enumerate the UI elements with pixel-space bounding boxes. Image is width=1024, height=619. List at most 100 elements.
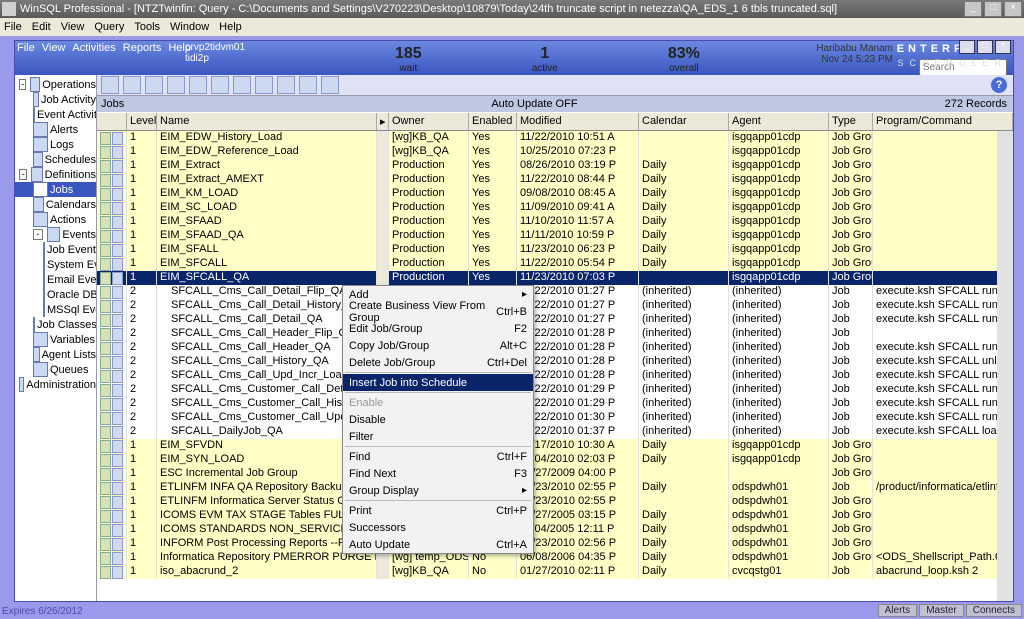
menu-window[interactable]: Window bbox=[170, 21, 209, 33]
table-row[interactable]: 2SFCALL_Cms_Call_History_QA11/22/2010 01… bbox=[97, 355, 1013, 369]
server-1[interactable]: prvp2tidvm01 bbox=[185, 42, 245, 53]
ctx-item[interactable]: Disable bbox=[343, 411, 533, 428]
tree-item[interactable]: Job Events bbox=[15, 242, 96, 257]
tb-filter-icon[interactable] bbox=[233, 76, 251, 94]
tb-new-icon[interactable] bbox=[123, 76, 141, 94]
smenu-reports[interactable]: Reports bbox=[123, 42, 162, 54]
vertical-scrollbar[interactable] bbox=[997, 131, 1013, 601]
tree-item[interactable]: -Events bbox=[15, 227, 96, 242]
table-row[interactable]: 1EIM_SFCALLProductionYes11/22/2010 05:54… bbox=[97, 257, 1013, 271]
maximize-button[interactable]: □ bbox=[984, 1, 1002, 17]
table-row[interactable]: 1ICOMS EVM TAX STAGE Tables FULLREF10/27… bbox=[97, 509, 1013, 523]
tree-item[interactable]: Logs bbox=[15, 137, 96, 152]
ctx-item[interactable]: Delete Job/GroupCtrl+Del bbox=[343, 354, 533, 371]
table-row[interactable]: 1INFORM Post Processing Reports --PLS DO… bbox=[97, 537, 1013, 551]
ctx-item[interactable]: FindCtrl+F bbox=[343, 448, 533, 465]
tree-item[interactable]: Jobs bbox=[15, 182, 96, 197]
ctx-item[interactable]: Copy Job/GroupAlt+C bbox=[343, 337, 533, 354]
table-row[interactable]: 2SFCALL_Cms_Call_Detail_History_QA11/22/… bbox=[97, 299, 1013, 313]
col-calendar[interactable]: Calendar bbox=[639, 113, 729, 130]
table-row[interactable]: 2SFCALL_Cms_Call_Upd_Incr_Load_Ct11/22/2… bbox=[97, 369, 1013, 383]
tree-item[interactable]: Email Events bbox=[15, 272, 96, 287]
table-row[interactable]: 2SFCALL_Cms_Call_Detail_Flip_QA11/22/201… bbox=[97, 285, 1013, 299]
grid-rows[interactable]: 1EIM_EDW_History_Load[wg]KB_QAYes11/22/2… bbox=[97, 131, 1013, 601]
menu-tools[interactable]: Tools bbox=[134, 21, 160, 33]
ctx-item[interactable]: Find NextF3 bbox=[343, 465, 533, 482]
table-row[interactable]: 1EIM_KM_LOADProductionYes09/08/2010 08:4… bbox=[97, 187, 1013, 201]
tb-release-icon[interactable] bbox=[321, 76, 339, 94]
tb-hold-icon[interactable] bbox=[299, 76, 317, 94]
table-row[interactable]: 2SFCALL_DailyJob_QA11/22/2010 01:37 P(in… bbox=[97, 425, 1013, 439]
table-row[interactable]: 1EIM_Extract_AMEXTProductionYes11/22/201… bbox=[97, 173, 1013, 187]
menu-file[interactable]: File bbox=[4, 21, 22, 33]
expand-icon[interactable]: - bbox=[19, 79, 26, 90]
tree-item[interactable]: System Ev... bbox=[15, 257, 96, 272]
tree-item[interactable]: Schedules bbox=[15, 152, 96, 167]
ctx-item[interactable]: Filter bbox=[343, 428, 533, 445]
expand-icon[interactable]: - bbox=[33, 229, 43, 240]
table-row[interactable]: 1EIM_SFAAD_QAProductionYes11/11/2010 10:… bbox=[97, 229, 1013, 243]
table-row[interactable]: 1EIM_SFALLProductionYes11/23/2010 06:23 … bbox=[97, 243, 1013, 257]
tree-item[interactable]: Job Classes bbox=[15, 317, 96, 332]
tree-item[interactable]: MSSql Events bbox=[15, 302, 96, 317]
help-icon[interactable]: ? bbox=[991, 77, 1007, 93]
table-row[interactable]: 1EIM_SYN_LOAD11/04/2010 02:03 PDailyisgq… bbox=[97, 453, 1013, 467]
table-row[interactable]: 1EIM_SFVDN11/17/2010 10:30 ADailyisgqapp… bbox=[97, 439, 1013, 453]
smenu-activities[interactable]: Activities bbox=[72, 42, 115, 54]
col-modified[interactable]: Modified bbox=[517, 113, 639, 130]
tree-item[interactable]: Event Activity bbox=[15, 107, 96, 122]
col-type[interactable]: Type bbox=[829, 113, 873, 130]
table-row[interactable]: 1ESC Incremental Job Group07/27/2009 04:… bbox=[97, 467, 1013, 481]
tree-item[interactable]: Oracle DB ... bbox=[15, 287, 96, 302]
expand-icon[interactable]: - bbox=[19, 169, 27, 180]
col-agent[interactable]: Agent bbox=[729, 113, 829, 130]
menu-help[interactable]: Help bbox=[219, 21, 242, 33]
server-2[interactable]: tidi2p bbox=[185, 53, 245, 64]
table-row[interactable]: 1iso_abacrund_2[wg]KB_QANo01/27/2010 02:… bbox=[97, 565, 1013, 579]
tree-item[interactable]: Agent Lists bbox=[15, 347, 96, 362]
tree-item[interactable]: Actions bbox=[15, 212, 96, 227]
table-row[interactable]: 1Informatica Repository PMERROR PURGE Pr… bbox=[97, 551, 1013, 565]
table-row[interactable]: 2SFCALL_Cms_Customer_Call_Upd_Inc11/22/2… bbox=[97, 411, 1013, 425]
table-row[interactable]: 1EIM_SFAADProductionYes11/10/2010 11:57 … bbox=[97, 215, 1013, 229]
status-connects[interactable]: Connects bbox=[966, 604, 1022, 617]
ctx-item[interactable]: Successors bbox=[343, 519, 533, 536]
tree-item[interactable]: Variables bbox=[15, 332, 96, 347]
tree-item[interactable]: Queues bbox=[15, 362, 96, 377]
ctx-item[interactable]: PrintCtrl+P bbox=[343, 502, 533, 519]
tree-item[interactable]: -Operations bbox=[15, 77, 96, 92]
col-sort-icon[interactable]: ▸ bbox=[377, 113, 389, 130]
table-row[interactable]: 2SFCALL_Cms_Customer_Call_History_11/22/… bbox=[97, 397, 1013, 411]
tb-print-icon[interactable] bbox=[211, 76, 229, 94]
smenu-view[interactable]: View bbox=[42, 42, 66, 54]
col-enabled[interactable]: Enabled bbox=[469, 113, 517, 130]
sched-min-button[interactable]: _ bbox=[959, 40, 975, 54]
table-row[interactable]: 1ICOMS STANDARDS NON_SERVICE_CODE SERVIC… bbox=[97, 523, 1013, 537]
tree-item[interactable]: -Definitions bbox=[15, 167, 96, 182]
table-row[interactable]: 1EIM_SC_LOADProductionYes11/09/2010 09:4… bbox=[97, 201, 1013, 215]
col-level[interactable]: Level bbox=[127, 113, 157, 130]
smenu-file[interactable]: File bbox=[17, 42, 35, 54]
status-alerts[interactable]: Alerts bbox=[878, 604, 918, 617]
menu-view[interactable]: View bbox=[61, 21, 85, 33]
close-button[interactable]: × bbox=[1004, 1, 1022, 17]
tree-item[interactable]: Calendars bbox=[15, 197, 96, 212]
tb-copy-icon[interactable] bbox=[167, 76, 185, 94]
tb-run-icon[interactable] bbox=[255, 76, 273, 94]
nav-tree[interactable]: -OperationsJob ActivityEvent ActivityAle… bbox=[15, 75, 97, 601]
col-icon[interactable] bbox=[97, 113, 127, 130]
ctx-item[interactable]: Insert Job into Schedule bbox=[343, 374, 533, 391]
tb-refresh-icon[interactable] bbox=[101, 76, 119, 94]
ctx-item[interactable]: Auto UpdateCtrl+A bbox=[343, 536, 533, 553]
table-row[interactable]: 1EIM_ExtractProductionYes08/26/2010 03:1… bbox=[97, 159, 1013, 173]
menu-edit[interactable]: Edit bbox=[32, 21, 51, 33]
table-row[interactable]: 2SFCALL_Cms_Call_Header_Flip_QA11/22/201… bbox=[97, 327, 1013, 341]
table-row[interactable]: 1ETLINFM Informatica Server Status Che08… bbox=[97, 495, 1013, 509]
column-headers[interactable]: Level Name ▸ Owner Enabled Modified Cale… bbox=[97, 112, 1013, 131]
tree-item[interactable]: Job Activity bbox=[15, 92, 96, 107]
sched-max-button[interactable]: □ bbox=[977, 40, 993, 54]
sched-close-button[interactable]: × bbox=[995, 40, 1011, 54]
col-name[interactable]: Name bbox=[157, 113, 377, 130]
menu-query[interactable]: Query bbox=[94, 21, 124, 33]
tb-edit-icon[interactable] bbox=[145, 76, 163, 94]
